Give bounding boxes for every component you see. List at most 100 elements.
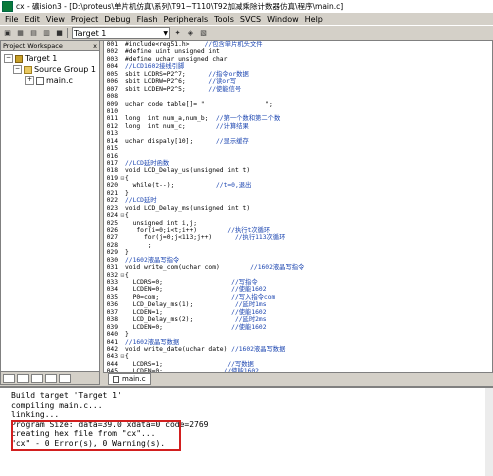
menu-tools[interactable]: Tools — [211, 15, 237, 24]
files-tab-icon[interactable] — [3, 373, 15, 383]
code-line: 016 — [104, 153, 492, 160]
rebuild-icon[interactable]: ▤ — [28, 28, 39, 38]
code-statement: void write_com(uchar com) — [125, 264, 220, 272]
build-icon[interactable]: ▦ — [15, 28, 26, 38]
line-number: 035 — [106, 293, 118, 301]
code-statement: sbit LCDRS=P2^7; — [125, 70, 186, 78]
code-statement: ; — [125, 241, 152, 249]
code-editor[interactable]: 001 #include<reg51.h> //包含单片机头文件 002 #defin… — [103, 40, 493, 373]
code-comment: //执行113次循环 — [212, 234, 286, 242]
collapse-icon[interactable]: − — [13, 65, 22, 74]
code-comment: //LCD延时 — [125, 197, 157, 205]
code-text: long int num_c; //计算结果 — [125, 123, 249, 130]
code-statement: sbit LCDEN=P2^5; — [125, 85, 186, 93]
code-statement: LCDEN=0; — [125, 286, 163, 294]
line-number: 016 — [106, 152, 118, 160]
line-number: 042 — [106, 345, 118, 353]
translate-icon[interactable]: ▣ — [2, 28, 13, 38]
app-icon — [2, 1, 13, 12]
fold-marker[interactable] — [120, 145, 125, 152]
code-text: #define uint unsigned int — [125, 48, 220, 55]
menu-flash[interactable]: Flash — [134, 15, 161, 24]
code-line: 028 ; — [104, 242, 492, 249]
tree-item-target[interactable]: − Target 1 — [1, 53, 99, 64]
menu-svcs[interactable]: SVCS — [237, 15, 264, 24]
regs-tab-icon[interactable] — [17, 373, 29, 383]
line-number: 024 — [106, 212, 118, 220]
tree-item-label: Source Group 1 — [34, 65, 97, 74]
fold-marker[interactable] — [120, 93, 125, 100]
books-tab-icon[interactable] — [31, 373, 43, 383]
code-line: 022 //LCD延时 — [104, 197, 492, 204]
output-scrollbar[interactable] — [485, 388, 493, 476]
target-icon — [15, 54, 23, 63]
code-comment: //写数据 — [162, 360, 254, 368]
code-line: 002 #define uint unsigned int — [104, 48, 492, 55]
templates-tab-icon[interactable] — [59, 373, 71, 383]
components-icon[interactable]: ◈ — [185, 28, 196, 38]
editor-tab-strip: main.c — [103, 373, 493, 385]
line-number: 019 — [106, 174, 118, 182]
code-comment: //1602液晶写指令 — [125, 256, 180, 264]
build-toolbar: ▣ ▦ ▤ ▥ ■ Target 1 ▼ ✦ ◈ ▧ — [0, 25, 493, 41]
code-line: 040} — [104, 331, 492, 338]
code-comment: //延时1ms — [193, 301, 267, 309]
line-number: 017 — [106, 160, 118, 167]
target-options-icon[interactable]: ✦ — [172, 28, 183, 38]
code-line: 008 — [104, 93, 492, 100]
code-statement: LCDEN=1; — [125, 308, 163, 316]
code-text: //LCD延时 — [125, 197, 157, 204]
expand-icon[interactable]: + — [25, 76, 34, 85]
code-comment: //延时2ms — [193, 316, 267, 324]
code-line: 043 ⊟{ — [104, 353, 492, 360]
menu-edit[interactable]: Edit — [21, 15, 43, 24]
menu-file[interactable]: File — [0, 15, 21, 24]
code-line: 039 LCDEN=0; //使能1602 — [104, 324, 492, 331]
code-text: unsigned int i,j; — [125, 220, 197, 227]
target-select[interactable]: Target 1 ▼ — [72, 27, 170, 39]
tree-item-source-group[interactable]: − Source Group 1 — [1, 64, 99, 75]
tree-item-label: main.c — [46, 76, 73, 85]
fold-marker[interactable] — [120, 130, 125, 137]
menu-view[interactable]: View — [43, 15, 68, 24]
code-line: 018 void LCD_Delay_us(unsigned int t) — [104, 167, 492, 174]
batch-build-icon[interactable]: ▥ — [41, 28, 52, 38]
workspace-title: Project Workspace — [3, 41, 63, 50]
folder-icon — [24, 65, 32, 74]
menu-help[interactable]: Help — [302, 15, 326, 24]
functions-tab-icon[interactable] — [45, 373, 57, 383]
file-extensions-icon[interactable]: ▧ — [198, 28, 209, 38]
stop-build-icon[interactable]: ■ — [54, 28, 65, 38]
line-number: 036 — [106, 301, 118, 309]
collapse-icon[interactable]: − — [4, 54, 13, 63]
code-text: for(j=0;j<113;j++) //执行113次循环 — [125, 234, 285, 241]
menu-debug[interactable]: Debug — [101, 15, 133, 24]
title-bar: cx - 礦ision3 - [D:\proteus\单片机仿真\系列\T91~… — [0, 0, 493, 13]
line-number: 005 — [106, 70, 118, 78]
chevron-down-icon: ▼ — [163, 29, 168, 37]
menu-project[interactable]: Project — [68, 15, 101, 24]
fold-marker[interactable] — [120, 153, 125, 160]
file-icon — [36, 76, 44, 85]
code-statement: #define uchar unsigned char — [125, 55, 228, 63]
code-text: //1602液晶写数据 — [125, 339, 179, 346]
close-icon[interactable]: x — [93, 42, 97, 50]
code-statement: LCD_Delay_ms(2); — [125, 316, 194, 324]
code-text: uchar dispaly[10]; //显示缓存 — [125, 138, 249, 145]
line-number: 032 — [106, 271, 118, 279]
code-line: 029} — [104, 249, 492, 256]
code-comment: //第一个数和第二个数 — [208, 115, 281, 123]
line-number: 015 — [106, 145, 118, 153]
code-comment: //写指令 — [162, 279, 258, 286]
menu-window[interactable]: Window — [264, 15, 302, 24]
code-comment: //LCD1602接线引脚 — [125, 63, 185, 71]
line-number: 037 — [106, 308, 118, 316]
code-text: void LCD_Delay_ms(unsigned int t) — [125, 205, 250, 212]
tree-item-main-c[interactable]: + main.c — [1, 75, 99, 86]
code-statement: sbit LCDRW=P2^6; — [125, 78, 186, 86]
menu-peripherals[interactable]: Peripherals — [161, 15, 212, 24]
line-number: 034 — [106, 286, 118, 294]
code-line: 034 LCDEN=0; //使能1602 — [104, 286, 492, 293]
tab-main-c[interactable]: main.c — [108, 373, 151, 385]
line-number: 025 — [106, 219, 118, 227]
